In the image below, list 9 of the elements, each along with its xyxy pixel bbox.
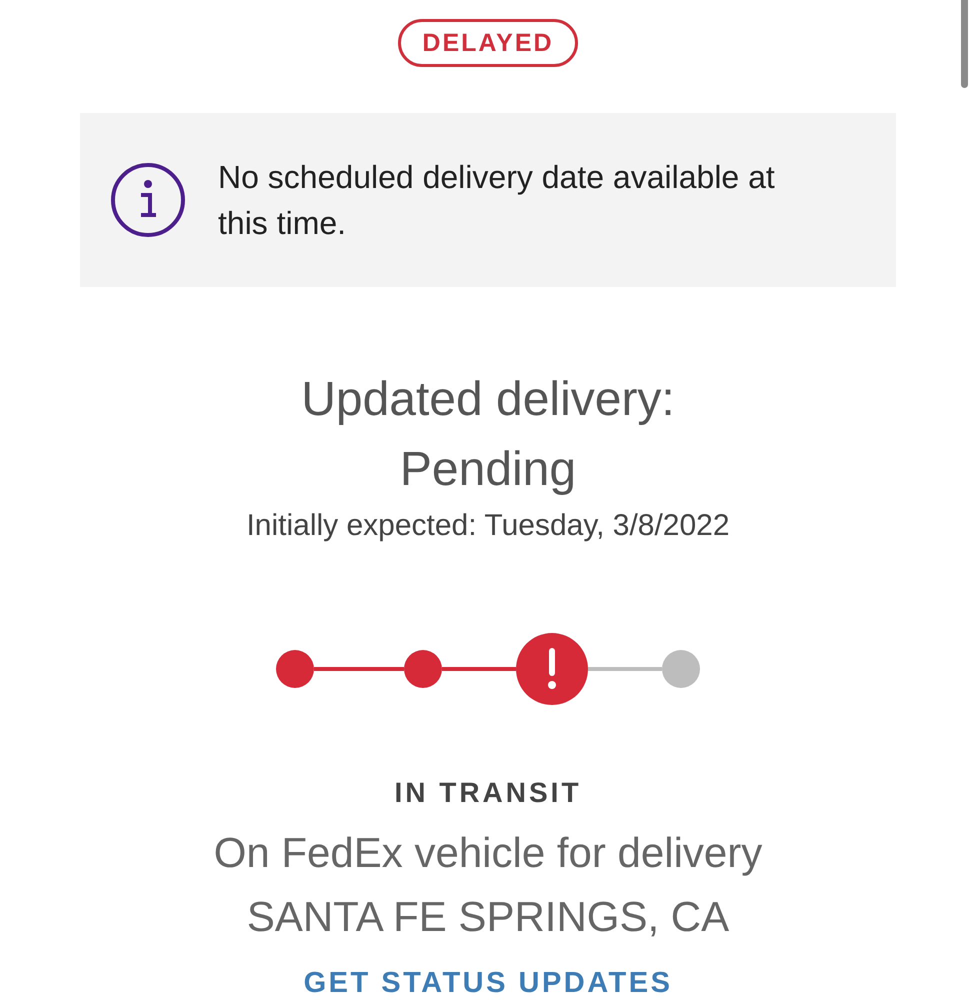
status-label: IN TRANSIT xyxy=(394,777,582,809)
delivery-heading: Updated delivery: Pending xyxy=(301,372,675,498)
initial-date: Initially expected: Tuesday, 3/8/2022 xyxy=(246,509,730,543)
status-updates-link[interactable]: GET STATUS UPDATES xyxy=(304,967,672,1000)
status-badge: DELAYED xyxy=(398,19,578,67)
status-detail: On FedEx vehicle for delivery xyxy=(214,828,762,878)
notice-text: No scheduled delivery date available at this time. xyxy=(218,158,776,243)
info-icon xyxy=(110,162,186,238)
status-location: SANTA FE SPRINGS, CA xyxy=(246,892,730,942)
